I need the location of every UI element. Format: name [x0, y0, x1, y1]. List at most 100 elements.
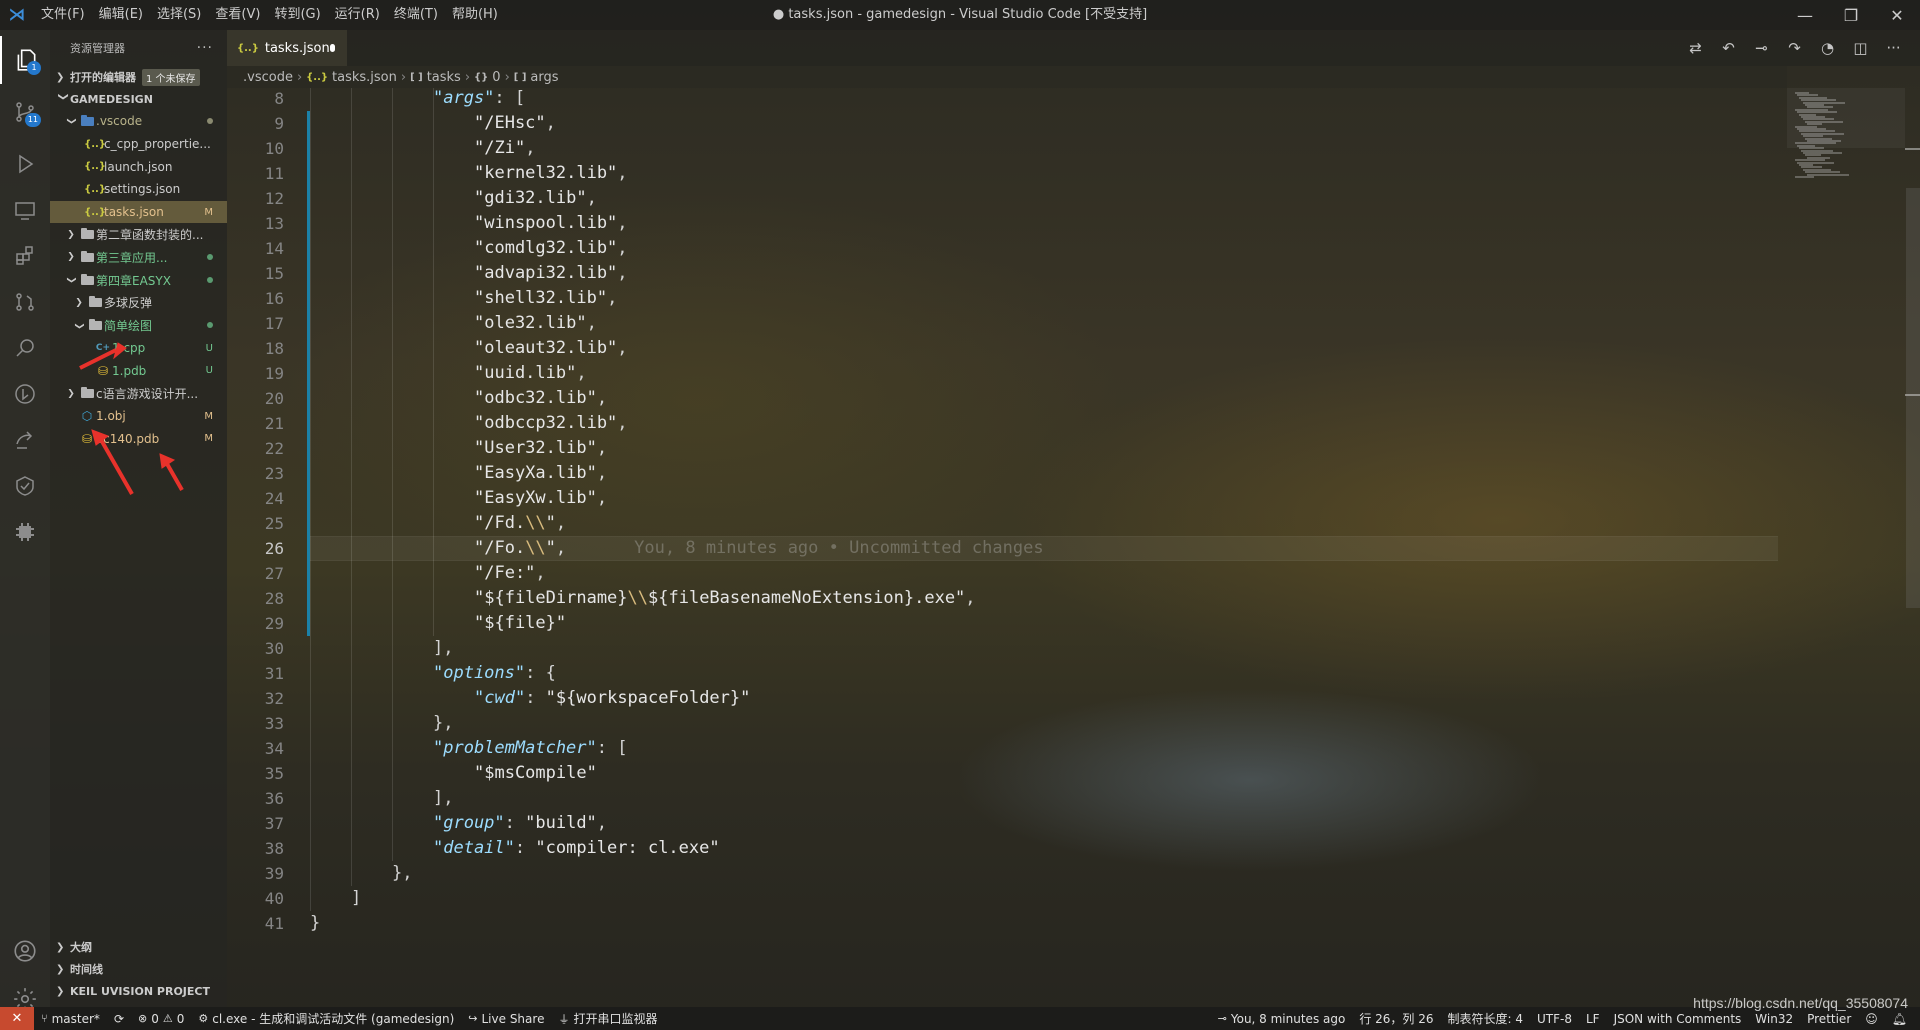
tree-item[interactable]: ❯ 第三章应用...: [50, 246, 227, 269]
chevron-right-icon: ❯: [67, 229, 75, 240]
git-change-indicator[interactable]: [307, 111, 310, 636]
live-share-icon[interactable]: [0, 416, 50, 464]
menu-item[interactable]: 查看(V): [208, 0, 267, 30]
blame-item[interactable]: ⊸ You, 8 minutes ago: [1211, 1012, 1353, 1026]
breadcrumb-file[interactable]: tasks.json: [332, 70, 397, 85]
menu-item[interactable]: 文件(F): [34, 0, 92, 30]
extensions-icon[interactable]: [0, 232, 50, 280]
menu-item[interactable]: 运行(R): [328, 0, 387, 30]
tree-item[interactable]: {..} c_cpp_propertie...: [50, 133, 227, 156]
tree-item[interactable]: ❯ 第四章EASYX: [50, 269, 227, 292]
chevron-right-icon: ❯: [56, 963, 65, 975]
punctuation-token: ,: [596, 463, 608, 483]
live-share-item[interactable]: ↪ Live Share: [461, 1012, 551, 1026]
next-change-icon[interactable]: ↷: [1778, 30, 1811, 66]
keil-header[interactable]: ❯ KEIL UVISION PROJECT: [50, 980, 227, 1002]
code-line: "User32.lib",: [310, 436, 607, 461]
remote-explorer-icon[interactable]: [0, 186, 50, 234]
branch-item[interactable]: ⑂ master*: [34, 1012, 107, 1026]
string-token: ": [545, 513, 556, 533]
build-task-item[interactable]: ⚙ cl.exe - 生成和调试活动文件 (gamedesign): [191, 1010, 461, 1027]
outline-header[interactable]: ❯ 大纲: [50, 936, 227, 958]
json-key-token: "options": [433, 663, 526, 683]
array-icon: [ ]: [513, 71, 527, 83]
git-status-badge: M: [204, 433, 213, 445]
breadcrumb-separator-icon: ›: [504, 69, 510, 85]
formatter[interactable]: Prettier: [1800, 1012, 1858, 1026]
more-actions-icon[interactable]: ···: [197, 40, 213, 56]
breadcrumb-index[interactable]: 0: [492, 70, 500, 85]
breadcrumb-tasks[interactable]: tasks: [427, 70, 461, 85]
sync-item[interactable]: ⟳: [107, 1012, 131, 1026]
account-icon[interactable]: [0, 927, 50, 975]
more-actions-icon[interactable]: ···: [1877, 30, 1910, 66]
tree-item[interactable]: {..} settings.json: [50, 178, 227, 201]
timeline-header[interactable]: ❯ 时间线: [50, 958, 227, 980]
keil-section[interactable]: ❯ KEIL UVISION PROJECT: [50, 980, 227, 1002]
split-editor-icon[interactable]: ◫: [1844, 30, 1877, 66]
timeline-icon[interactable]: [0, 370, 50, 418]
search-icon[interactable]: [0, 324, 50, 372]
tab-size[interactable]: 制表符长度: 4: [1441, 1010, 1531, 1027]
outline-label: 大纲: [70, 941, 92, 954]
tree-item[interactable]: C+ 1.cpp U: [50, 337, 227, 360]
workspace-section[interactable]: ❯ GAMEDESIGN: [50, 88, 227, 110]
close-button[interactable]: ✕: [1874, 0, 1920, 30]
outline-section[interactable]: ❯ 大纲: [50, 936, 227, 958]
code-line: "winspool.lib",: [310, 211, 628, 236]
remote-indicator-icon[interactable]: ✕: [0, 1007, 34, 1030]
tree-item-label: 第三章应用...: [96, 250, 168, 265]
restore-button[interactable]: ❐: [1828, 0, 1874, 30]
chip-icon[interactable]: [0, 508, 50, 556]
problems-item[interactable]: ⊗ 0 ⚠ 0: [131, 1012, 191, 1026]
tree-item[interactable]: {..} tasks.json M: [50, 200, 227, 224]
tree-item[interactable]: ❯ 多球反弹: [50, 292, 227, 315]
end-of-line[interactable]: LF: [1579, 1012, 1607, 1026]
language-mode[interactable]: JSON with Comments: [1607, 1012, 1749, 1026]
menu-item[interactable]: 编辑(E): [92, 0, 150, 30]
tree-item[interactable]: ❯ c语言游戏设计开...: [50, 382, 227, 405]
minimap[interactable]: [1787, 88, 1905, 1007]
tree-item[interactable]: ⛁ 1.pdb U: [50, 360, 227, 383]
platform[interactable]: Win32: [1748, 1012, 1800, 1026]
breadcrumb-folder[interactable]: .vscode: [243, 70, 293, 85]
folder-icon: [78, 250, 96, 262]
scrollbar-thumb[interactable]: [1906, 188, 1920, 608]
menu-item[interactable]: 选择(S): [150, 0, 208, 30]
menu-item[interactable]: 终端(T): [387, 0, 445, 30]
unsaved-dot-icon[interactable]: [329, 44, 335, 52]
explorer-icon[interactable]: 1: [0, 36, 50, 84]
previous-change-icon[interactable]: ↶: [1712, 30, 1745, 66]
menu-item[interactable]: 帮助(H): [445, 0, 505, 30]
feedback-icon[interactable]: ☺: [1858, 1012, 1885, 1026]
git-graph-icon[interactable]: [0, 278, 50, 326]
tree-item[interactable]: ❯ 简单绘图: [50, 314, 227, 337]
branch-icon: ⑂: [41, 1012, 48, 1025]
tree-item[interactable]: {..} launch.json: [50, 155, 227, 178]
notifications-icon[interactable]: 🔔︎: [1885, 1012, 1914, 1026]
timeline-toggle-icon[interactable]: ◔: [1811, 30, 1844, 66]
menu-item[interactable]: 转到(G): [267, 0, 327, 30]
vertical-scrollbar[interactable]: [1905, 88, 1920, 1007]
testing-icon[interactable]: [0, 462, 50, 510]
cursor-position[interactable]: 行 26，列 26: [1352, 1010, 1440, 1027]
open-editors-section[interactable]: ❯ 打开的编辑器 1 个未保存: [50, 66, 227, 88]
tree-item[interactable]: ⛁ vc140.pdb M: [50, 428, 227, 451]
encoding[interactable]: UTF-8: [1530, 1012, 1579, 1026]
open-changes-icon[interactable]: ⇄: [1679, 30, 1712, 66]
breadcrumb-args[interactable]: args: [530, 70, 558, 85]
tree-item[interactable]: ❯ 第二章函数封装的...: [50, 223, 227, 246]
folder-icon: [78, 228, 96, 240]
git-commit-icon[interactable]: ⊸: [1745, 30, 1778, 66]
minimize-button[interactable]: —: [1782, 0, 1828, 30]
code-line: "problemMatcher": [: [310, 736, 627, 761]
chevron-right-icon: ❯: [56, 941, 65, 953]
tree-item[interactable]: ❯ .vscode: [50, 110, 227, 133]
run-debug-icon[interactable]: [0, 140, 50, 188]
code-editor[interactable]: "command": "cl.exe",8"args": [9"/EHsc",1…: [227, 88, 1787, 1007]
serial-monitor-item[interactable]: ⏚ 打开串口监视器: [551, 1010, 664, 1027]
tab-tasks-json[interactable]: {..} tasks.json: [227, 30, 347, 66]
timeline-section[interactable]: ❯ 时间线: [50, 958, 227, 980]
source-control-icon[interactable]: 11: [0, 88, 50, 136]
tree-item[interactable]: ⬡ 1.obj M: [50, 405, 227, 428]
